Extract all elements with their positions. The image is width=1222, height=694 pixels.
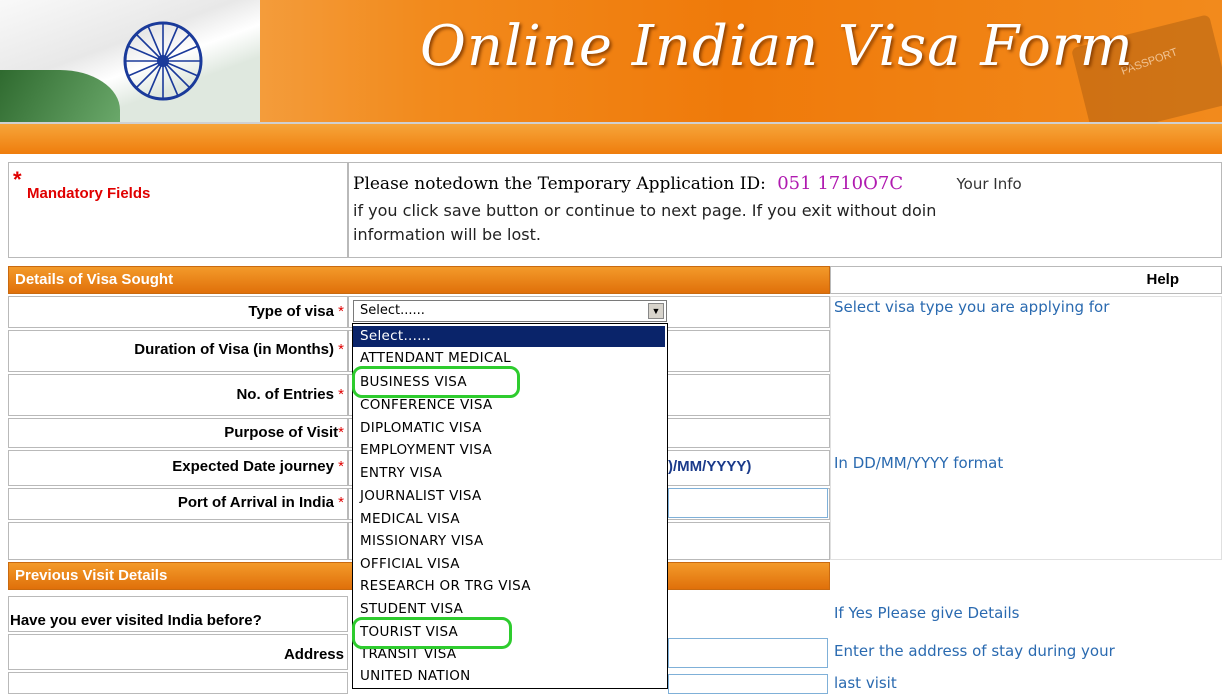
help-header-cell: Help: [830, 266, 1222, 294]
ashoka-chakra-icon: [123, 21, 203, 101]
label-purpose-text: Purpose of Visit: [224, 424, 339, 441]
help-address-2: last visit: [834, 674, 897, 692]
section-previous-title: Previous Visit Details: [15, 567, 168, 584]
port-input[interactable]: [668, 488, 828, 518]
label-address: Address: [283, 646, 344, 663]
mandatory-star: *: [13, 167, 22, 192]
help-date-format: In DD/MM/YYYY format: [834, 454, 1004, 472]
label-entries-text: No. of Entries: [236, 386, 334, 403]
section-visa-details: Details of Visa Sought: [8, 266, 830, 294]
notice-line1: Please notedown the Temporary Applicatio…: [353, 173, 1022, 194]
section-visa-title: Details of Visa Sought: [15, 271, 174, 288]
application-id: 051 1710O7C: [777, 173, 904, 194]
help-visa-type: Select visa type you are applying for: [834, 298, 1110, 316]
address-input[interactable]: [668, 638, 828, 668]
visa-option[interactable]: RESEARCH OR TRG VISA: [353, 576, 665, 597]
label-journey: Expected Date journey *: [172, 458, 344, 475]
label-journey-text: Expected Date journey: [172, 458, 334, 475]
label-type-of-visa: Type of visa *: [248, 303, 344, 320]
row-empty: [8, 522, 348, 560]
visa-option[interactable]: CONFERENCE VISA: [353, 395, 665, 416]
notice-line2: if you click save button or continue to …: [353, 201, 937, 220]
visa-option[interactable]: MISSIONARY VISA: [353, 531, 665, 552]
address-input-2[interactable]: [668, 674, 828, 694]
visa-option[interactable]: JOURNALIST VISA: [353, 486, 665, 507]
visa-option[interactable]: EMPLOYMENT VISA: [353, 440, 665, 461]
label-duration: Duration of Visa (in Months) *: [134, 341, 344, 358]
help-visited: If Yes Please give Details: [834, 604, 1020, 622]
date-format-hint: )/MM/YYYY): [668, 458, 752, 475]
highlight-ring-tourist-visa: [352, 617, 512, 649]
visa-option[interactable]: ENTRY VISA: [353, 463, 665, 484]
required-mark: *: [338, 386, 344, 403]
notice-line3: information will be lost.: [353, 225, 541, 244]
mandatory-cell: * Mandatory Fields: [8, 162, 348, 258]
notice-suffix: Your Info: [956, 175, 1022, 193]
mandatory-label: Mandatory Fields: [27, 185, 151, 202]
notice-cell: Please notedown the Temporary Applicatio…: [348, 162, 1222, 258]
required-mark: *: [338, 458, 344, 475]
visa-type-select[interactable]: Select...... ▼: [353, 300, 667, 322]
required-mark: *: [338, 494, 344, 511]
highlight-ring-business-visa: [352, 366, 520, 398]
orange-band: [0, 124, 1222, 154]
label-type-of-visa-text: Type of visa: [248, 303, 334, 320]
visa-option[interactable]: MEDICAL VISA: [353, 509, 665, 530]
page-title: Online Indian Visa Form: [420, 14, 1134, 79]
label-purpose: Purpose of Visit*: [224, 424, 344, 441]
label-entries: No. of Entries *: [236, 386, 344, 403]
visa-type-select-value: Select......: [360, 303, 425, 318]
required-mark: *: [338, 424, 344, 441]
help-header: Help: [1146, 271, 1179, 288]
visa-option[interactable]: Select......: [353, 326, 665, 347]
label-visited-before: Have you ever visited India before?: [10, 612, 262, 629]
required-mark: *: [338, 303, 344, 320]
label-port-text: Port of Arrival in India: [177, 494, 334, 511]
visa-option[interactable]: OFFICIAL VISA: [353, 554, 665, 575]
header-banner: PASSPORT Online Indian Visa Form: [0, 0, 1222, 122]
chevron-down-icon[interactable]: ▼: [648, 303, 664, 319]
help-address: Enter the address of stay during your: [834, 642, 1115, 660]
help-column: [830, 296, 1222, 560]
required-mark: *: [338, 341, 344, 358]
notice-prefix: Please notedown the Temporary Applicatio…: [353, 174, 766, 194]
label-duration-text: Duration of Visa (in Months): [134, 341, 334, 358]
visa-option[interactable]: DIPLOMATIC VISA: [353, 418, 665, 439]
label-port: Port of Arrival in India *: [178, 494, 344, 511]
visa-option[interactable]: UNITED NATION: [353, 666, 665, 687]
